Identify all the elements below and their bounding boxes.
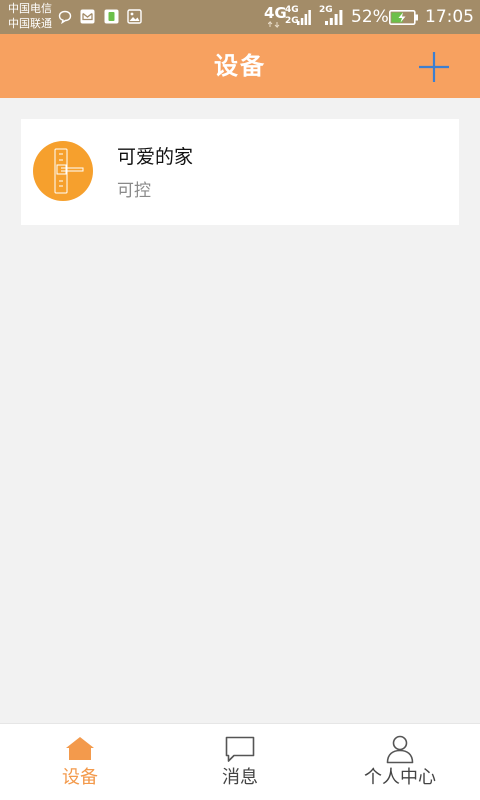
device-list-item[interactable]: 可爱的家 可控: [21, 119, 459, 225]
home-icon: [66, 737, 94, 760]
message-icon: [225, 736, 255, 762]
tab-messages[interactable]: 消息: [160, 724, 320, 800]
tab-devices-label: 设备: [62, 767, 98, 788]
person-icon: [386, 735, 414, 764]
status-bar: 中国电信 中国联通 4G 4G 2G 2G 52% 17:05: [0, 0, 480, 34]
signal-icon: [297, 10, 311, 25]
device-avatar: [33, 141, 93, 201]
clock: 17:05: [425, 7, 474, 27]
device-status: 可控: [117, 181, 151, 201]
mail-icon: [80, 9, 95, 24]
network-4g-label: 4G: [264, 4, 287, 22]
plus-icon: [419, 52, 449, 82]
chat-bubble-icon: [58, 10, 72, 24]
image-icon: [127, 9, 142, 24]
page-title: 设备: [214, 52, 266, 80]
signal-icon-2: [325, 10, 343, 25]
tab-profile[interactable]: 个人中心: [320, 724, 480, 800]
data-arrows-icon: [268, 21, 280, 28]
app-header: 设备: [0, 34, 480, 98]
carrier-name-2: 中国联通: [8, 17, 52, 30]
battery-charging-icon: [389, 10, 418, 25]
tab-devices[interactable]: 设备: [0, 724, 160, 800]
battery-percent: 52%: [351, 7, 389, 27]
carrier-name-1: 中国电信: [8, 2, 52, 15]
add-device-button[interactable]: [414, 48, 454, 88]
sim-card-icon: [104, 9, 119, 24]
carrier-labels: 中国电信 中国联通: [8, 1, 52, 31]
tab-profile-label: 个人中心: [364, 767, 436, 788]
door-lock-icon: [54, 148, 84, 194]
tab-messages-label: 消息: [222, 767, 258, 788]
device-name: 可爱的家: [117, 146, 194, 168]
bottom-nav: 设备 消息 个人中心: [0, 723, 480, 800]
